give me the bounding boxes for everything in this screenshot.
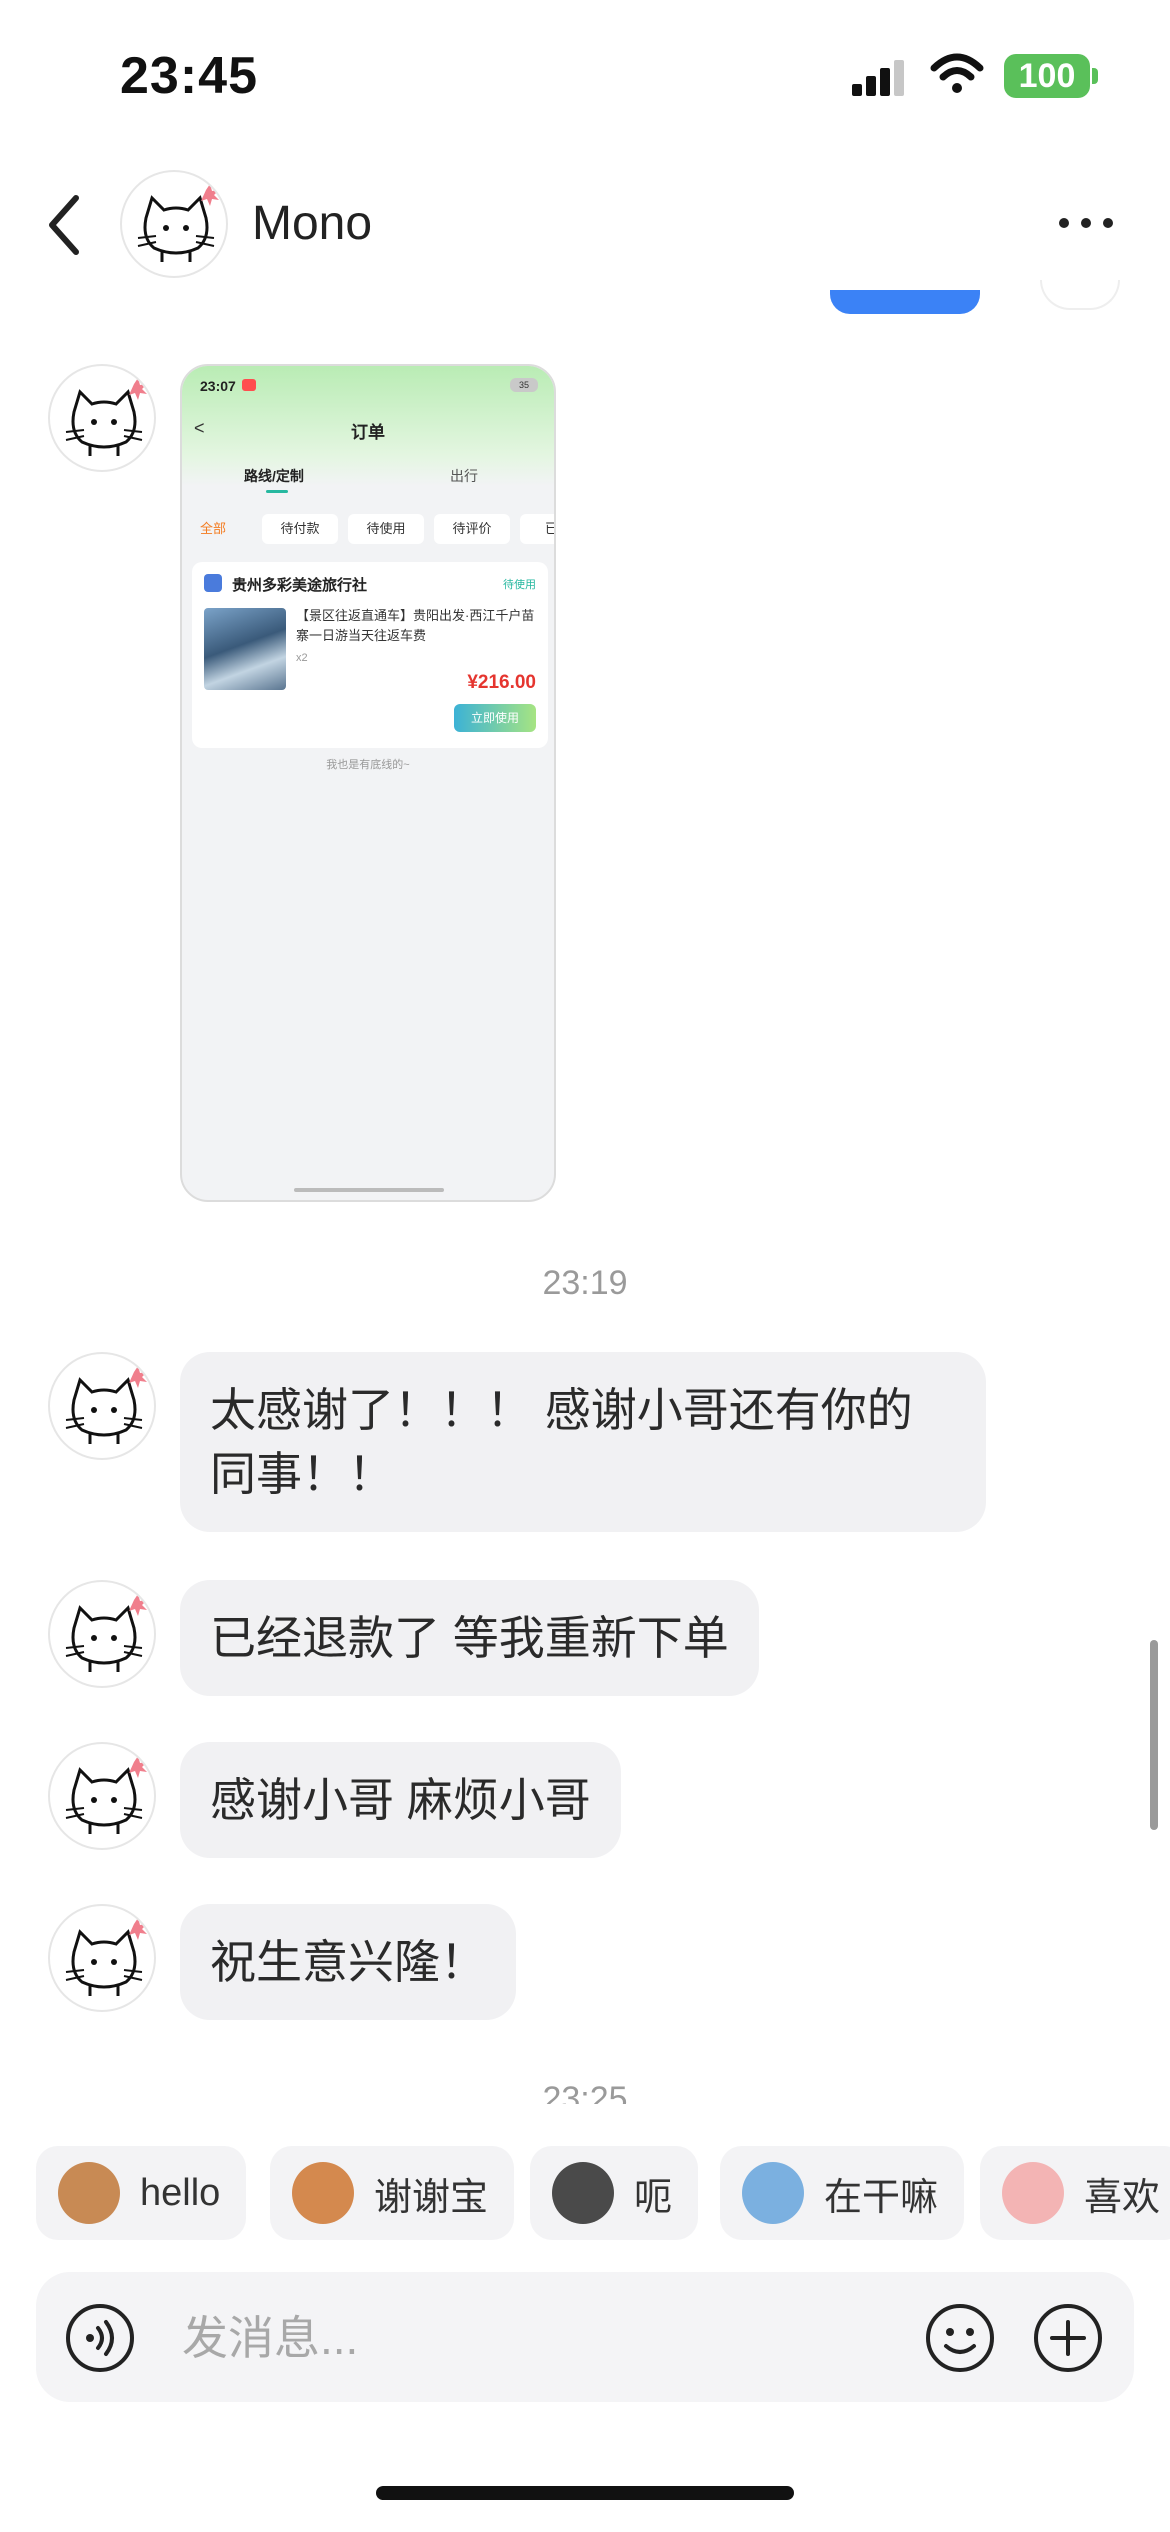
quick-reply-thanks[interactable]: 谢谢宝 <box>270 2146 515 2240</box>
pig-sticker-icon <box>1002 2162 1064 2224</box>
monkey-flower-sticker-icon <box>292 2162 354 2224</box>
screenshot-order-card: 贵州多彩美途旅行社 待使用 【景区往返直通车】贵阳出发·西江千户苗寨一日游当天往… <box>192 562 548 748</box>
cat-avatar-icon[interactable] <box>48 1580 156 1688</box>
monkey-sticker-icon <box>58 2162 120 2224</box>
back-chevron-icon[interactable] <box>40 190 90 260</box>
screenshot-tab-indicator <box>266 490 288 493</box>
cat-avatar-icon[interactable] <box>48 1904 156 2012</box>
screenshot-quantity: x2 <box>296 652 308 664</box>
screenshot-product-image <box>204 608 286 690</box>
quick-reply-label: 在干嘛 <box>824 2176 939 2219</box>
quick-reply-like[interactable]: 喜欢 <box>980 2146 1170 2240</box>
home-indicator <box>376 2486 794 2500</box>
quick-reply-uh[interactable]: 呃 <box>530 2146 699 2240</box>
previous-avatar <box>1040 280 1120 310</box>
battery-tip <box>1092 68 1098 84</box>
screenshot-battery-icon: 35 <box>510 378 538 392</box>
message-bubble[interactable]: 祝生意兴隆！ <box>180 1904 516 2020</box>
screenshot-title: 订单 <box>351 423 385 442</box>
screenshot-time: 23:07 <box>200 378 236 394</box>
shared-screenshot-image[interactable]: 23:07 35 < 订单 路线/定制 出行 全部 待付款 待使用 待评价 已完… <box>180 364 556 1202</box>
quick-reply-hello[interactable]: hello <box>36 2146 247 2240</box>
quick-reply-what-doing[interactable]: 在干嘛 <box>720 2146 965 2240</box>
battery-icon: 100 <box>1004 54 1090 98</box>
screenshot-order-state: 待使用 <box>503 579 536 591</box>
screenshot-filter-chip: 待付款 <box>262 514 338 544</box>
quick-reply-label: 谢谢宝 <box>374 2176 489 2219</box>
screenshot-use-button: 立即使用 <box>454 704 536 732</box>
timestamp: 23:19 <box>542 1264 628 1302</box>
cat-avatar-icon[interactable] <box>48 1742 156 1850</box>
screenshot-filter-chip: 待使用 <box>348 514 424 544</box>
cellular-signal-icon <box>852 60 904 96</box>
screenshot-filter-chip: 已完 <box>520 514 554 544</box>
quick-reply-label: 喜欢 <box>1084 2176 1161 2219</box>
screenshot-shop-icon <box>204 574 222 592</box>
cat-avatar-icon[interactable] <box>48 1352 156 1460</box>
emoji-icon[interactable] <box>924 2302 996 2374</box>
list-fade-mask <box>0 2104 1170 2134</box>
cat-sticker-icon <box>552 2162 614 2224</box>
quick-reply-label: hello <box>140 2171 221 2214</box>
screenshot-filter-chip: 待评价 <box>434 514 510 544</box>
quick-reply-row: hello 谢谢宝 呃 在干嘛 喜欢 <box>0 2146 1170 2242</box>
voice-icon[interactable] <box>64 2302 136 2374</box>
wifi-icon <box>930 53 984 93</box>
cat-avatar-icon[interactable] <box>120 170 228 278</box>
screenshot-tab-route: 路线/定制 <box>244 468 304 484</box>
composer-bar <box>36 2272 1134 2402</box>
screenshot-price: ¥216.00 <box>467 672 536 693</box>
status-time: 23:45 <box>120 47 258 105</box>
message-bubble[interactable]: 太感谢了！！！ 感谢小哥还有你的同事！！ <box>180 1352 986 1532</box>
message-bubble[interactable]: 已经退款了 等我重新下单 <box>180 1580 759 1696</box>
screenshot-footer: 我也是有底线的~ <box>326 759 410 771</box>
contact-name: Mono <box>252 197 373 250</box>
message-input[interactable] <box>182 2298 882 2378</box>
quick-reply-label: 呃 <box>634 2176 673 2219</box>
magnifier-sticker-icon <box>742 2162 804 2224</box>
previous-message-bubble <box>830 290 980 314</box>
message-bubble[interactable]: 感谢小哥 麻烦小哥 <box>180 1742 621 1858</box>
screenshot-home-indicator <box>294 1188 444 1192</box>
cat-avatar-icon[interactable] <box>48 364 156 472</box>
screenshot-tab-travel: 出行 <box>450 468 478 484</box>
more-dots-icon[interactable] <box>1056 208 1116 238</box>
plus-icon[interactable] <box>1032 2302 1104 2374</box>
screenshot-product-desc: 【景区往返直通车】贵阳出发·西江千户苗寨一日游当天往返车费 <box>296 608 535 643</box>
screenshot-shop-name: 贵州多彩美途旅行社 <box>232 577 368 594</box>
screenshot-filter-row: 全部 待付款 待使用 待评价 已完 <box>188 514 554 546</box>
scrollbar[interactable] <box>1150 1640 1158 1830</box>
screenshot-record-icon <box>242 379 256 391</box>
screenshot-filter-chip: 全部 <box>199 521 226 536</box>
